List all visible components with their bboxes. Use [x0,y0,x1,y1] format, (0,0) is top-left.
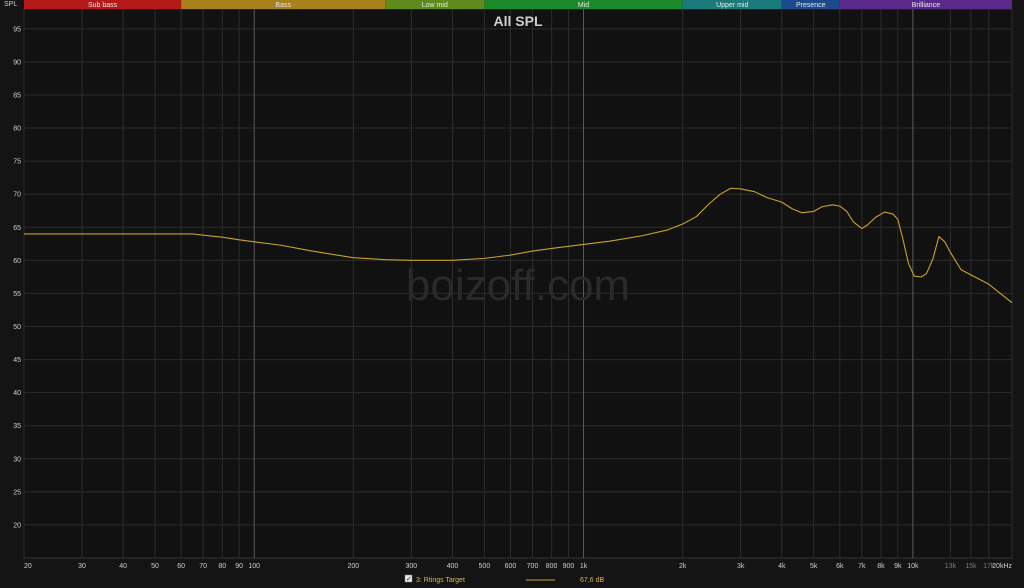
y-axis-name: SPL [4,1,17,8]
x-tick-label-25: 9k [894,563,902,570]
y-tick-label-6: 50 [13,324,21,331]
legend-series-level: 67,6 dB [580,577,604,584]
y-tick-label-10: 70 [13,192,21,199]
y-tick-label-0: 20 [13,522,21,529]
x-tick-label-21: 5k [810,563,818,570]
band-label-6: Brilliance [912,2,941,9]
x-tick-label-0: 20 [24,563,32,570]
band-label-4: Upper mid [716,2,748,9]
x-tick-label-10: 300 [405,563,417,570]
x-tick-label-4: 60 [177,563,185,570]
band-label-0: Sub bass [88,2,118,9]
y-tick-label-14: 90 [13,59,21,66]
y-tick-label-5: 45 [13,357,21,364]
band-label-5: Presence [796,2,826,9]
y-tick-label-2: 30 [13,456,21,463]
x-tick-label-24: 8k [877,563,885,570]
x-tick-label-12: 500 [479,563,491,570]
x-tick-label-30: 20kHz [992,563,1012,570]
x-tick-label-15: 800 [546,563,558,570]
band-label-1: Bass [275,2,291,9]
y-tick-label-4: 40 [13,390,21,397]
watermark: boizoff.com [406,261,630,310]
x-tick-label-13: 600 [505,563,517,570]
y-tick-label-13: 85 [13,92,21,99]
x-tick-label-9: 200 [347,563,359,570]
x-tick-label-5: 70 [199,563,207,570]
check-icon: ✓ [406,575,412,583]
x-tick-label-17: 1k [580,563,588,570]
x-tick-label-8: 100 [248,563,260,570]
y-tick-label-12: 80 [13,126,21,133]
x-tick-label-2: 40 [119,563,127,570]
x-tick-label-22: 6k [836,563,844,570]
spl-chart: Sub bass Bass Low mid Mid Upper mid Presence B… [0,0,1024,588]
band-label-2: Low mid [422,2,448,9]
x-tick-label-1: 30 [78,563,86,570]
band-label-3: Mid [578,2,589,9]
x-tick-label-18: 2k [679,563,687,570]
x-tick-label-11: 400 [447,563,459,570]
x-tick-label-14: 700 [527,563,539,570]
frequency-bands: Sub bass Bass Low mid Mid Upper mid Presence B… [24,0,1012,9]
y-tick-label-1: 25 [13,489,21,496]
x-tick-label-3: 50 [151,563,159,570]
x-tick-label-16: 900 [563,563,575,570]
y-tick-label-3: 35 [13,423,21,430]
y-tick-label-8: 60 [13,258,21,265]
y-tick-label-9: 65 [13,225,21,232]
x-tick-label-26: 10k [907,563,919,570]
x-tick-label-19: 3k [737,563,745,570]
chart-title: All SPL [493,13,542,29]
x-tick-label-23: 7k [858,563,866,570]
x-tick-label-27: 13k [945,563,957,570]
y-tick-label-11: 75 [13,159,21,166]
y-tick-label-7: 55 [13,291,21,298]
legend-series-name[interactable]: 3: Rtings Target [416,577,465,584]
x-tick-label-28: 15k [965,563,977,570]
x-tick-label-6: 80 [218,563,226,570]
y-tick-label-15: 95 [13,26,21,33]
x-tick-label-7: 90 [235,563,243,570]
x-tick-label-20: 4k [778,563,786,570]
